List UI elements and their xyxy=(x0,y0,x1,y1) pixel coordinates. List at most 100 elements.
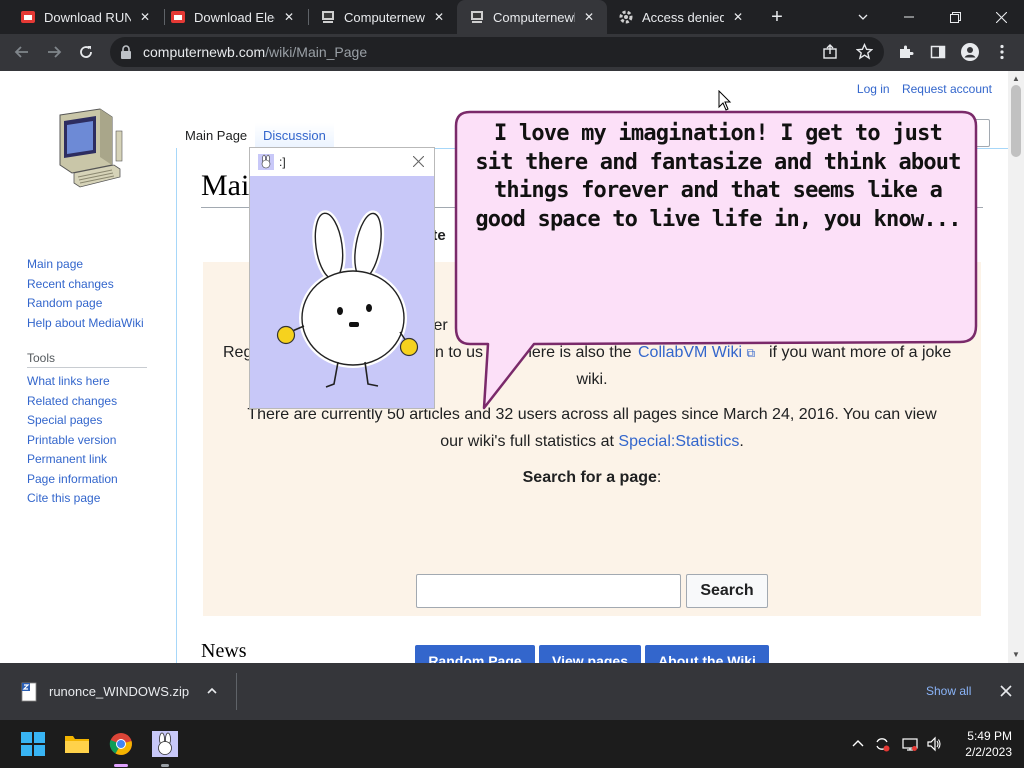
chrome-active-indicator xyxy=(114,764,128,767)
sidebar-item-related-changes[interactable]: Related changes xyxy=(27,392,118,412)
clock-date: 2/2/2023 xyxy=(965,745,1012,759)
star-icon[interactable] xyxy=(855,42,874,65)
tab-search-button[interactable] xyxy=(840,0,886,34)
view-pages-button[interactable]: View pages xyxy=(539,645,641,663)
sidebar-item-help[interactable]: Help about MediaWiki xyxy=(27,314,144,334)
request-account-link[interactable]: Request account xyxy=(902,82,992,96)
sidebar-item-page-information[interactable]: Page information xyxy=(27,470,118,490)
lock-icon[interactable] xyxy=(120,45,134,59)
computer-icon xyxy=(320,9,336,25)
show-all-button[interactable]: Show all xyxy=(926,684,971,698)
sidebar-item-main-page[interactable]: Main page xyxy=(27,255,144,275)
search-button[interactable]: Search xyxy=(686,574,768,608)
new-tab-button[interactable]: + xyxy=(766,6,788,28)
login-link[interactable]: Log in xyxy=(857,82,890,96)
sidebar-item-printable-version[interactable]: Printable version xyxy=(27,431,118,451)
sidebar-item-special-pages[interactable]: Special pages xyxy=(27,411,118,431)
volume-icon[interactable] xyxy=(926,736,942,752)
sidebar-item-permanent-link[interactable]: Permanent link xyxy=(27,450,118,470)
tab-title: Download RUNONCE xyxy=(44,9,131,25)
search-input[interactable] xyxy=(416,574,681,608)
bunny-icon xyxy=(258,154,274,170)
stats-period: . xyxy=(739,433,744,450)
page-title: Mai xyxy=(201,169,250,202)
close-icon[interactable]: ✕ xyxy=(281,9,297,25)
tab-download-runonce[interactable]: Download RUNONCE ✕ xyxy=(8,0,163,34)
red-square-icon xyxy=(20,9,36,25)
close-window-button[interactable] xyxy=(978,0,1024,34)
tab-computernewb-1[interactable]: Computernewb Wiki ✕ xyxy=(308,0,457,34)
extensions-button[interactable] xyxy=(892,38,920,66)
back-button[interactable] xyxy=(8,38,36,66)
file-explorer-button[interactable] xyxy=(61,728,93,760)
search-heading: Search for a page: xyxy=(203,469,981,487)
tab-main-page[interactable]: Main Page xyxy=(177,123,256,149)
windows-taskbar: 5:49 PM 2/2/2023 xyxy=(0,720,1024,768)
minimize-button[interactable] xyxy=(886,0,932,34)
folder-icon xyxy=(65,736,89,753)
random-page-button[interactable]: Random Page xyxy=(415,645,535,663)
close-icon[interactable]: ✕ xyxy=(581,9,597,25)
tab-title: Computernewb Wiki xyxy=(493,9,575,25)
close-icon[interactable]: ✕ xyxy=(431,9,447,25)
scroll-up-icon[interactable]: ▲ xyxy=(1011,74,1021,84)
mouse-cursor-icon xyxy=(718,90,732,111)
reload-button[interactable] xyxy=(72,38,100,66)
bunny-icon xyxy=(152,731,178,757)
side-panel-button[interactable] xyxy=(924,38,952,66)
search-label: Search for a page xyxy=(522,469,657,486)
menu-button[interactable] xyxy=(988,38,1016,66)
tab-title: Access denied xyxy=(642,9,724,25)
gear-icon xyxy=(618,9,634,25)
network-icon[interactable] xyxy=(902,736,918,752)
address-bar[interactable]: computernewb.com/wiki/Main_Page xyxy=(110,37,884,67)
sidebar-item-what-links-here[interactable]: What links here xyxy=(27,372,118,392)
close-icon[interactable] xyxy=(410,153,426,169)
scrollbar-thumb[interactable] xyxy=(1011,85,1021,157)
speech-bubble-text: I love my imagination! I get to just sit… xyxy=(475,121,961,232)
minimize-icon xyxy=(904,16,914,18)
forward-button[interactable] xyxy=(40,38,68,66)
restore-button[interactable] xyxy=(932,0,978,34)
about-wiki-button[interactable]: About the Wiki xyxy=(645,645,769,663)
sync-icon[interactable] xyxy=(874,736,890,752)
sidebar-item-random-page[interactable]: Random page xyxy=(27,294,144,314)
bunny-canvas xyxy=(250,176,434,408)
popup-title: :] xyxy=(279,155,286,169)
profile-button[interactable] xyxy=(956,38,984,66)
close-icon[interactable]: ✕ xyxy=(137,9,153,25)
taskbar-clock[interactable]: 5:49 PM 2/2/2023 xyxy=(950,728,1012,760)
kebab-menu-icon xyxy=(1000,44,1004,60)
search-colon: : xyxy=(656,469,662,486)
url-text: computernewb.com/wiki/Main_Page xyxy=(143,44,367,60)
bunny-app-button[interactable] xyxy=(149,728,181,760)
popup-titlebar[interactable]: :] xyxy=(250,148,434,176)
stats-text: our wiki's full statistics at xyxy=(440,433,614,450)
tools-divider xyxy=(27,367,147,368)
tab-computernewb-2[interactable]: Computernewb Wiki ✕ xyxy=(457,0,607,34)
close-icon[interactable]: ✕ xyxy=(730,9,746,25)
chrome-button[interactable] xyxy=(105,728,137,760)
sidebar-tools: What links here Related changes Special … xyxy=(27,372,118,509)
download-item[interactable]: runonce_WINDOWS.zip xyxy=(0,663,236,720)
avatar-icon xyxy=(961,43,979,61)
tab-download-electron[interactable]: Download Electron ✕ xyxy=(158,0,307,34)
intro-fragment: Reg xyxy=(223,344,253,361)
bunny-app-indicator xyxy=(161,764,169,767)
sidebar-item-recent-changes[interactable]: Recent changes xyxy=(27,275,144,295)
page-scrollbar[interactable]: ▲ ▼ xyxy=(1008,71,1024,663)
chevron-up-icon[interactable] xyxy=(205,684,219,698)
sidebar-item-cite-this-page[interactable]: Cite this page xyxy=(27,489,118,509)
wiki-logo-icon[interactable] xyxy=(50,107,126,193)
tab-access-denied[interactable]: Access denied ✕ xyxy=(606,0,756,34)
tab-discussion[interactable]: Discussion xyxy=(255,123,334,149)
share-icon[interactable] xyxy=(822,44,838,65)
bunny-popup-window[interactable]: :] xyxy=(249,147,435,409)
close-icon[interactable] xyxy=(998,683,1014,699)
special-statistics-link[interactable]: Special:Statistics xyxy=(618,433,739,450)
start-button[interactable] xyxy=(17,728,49,760)
chrome-icon xyxy=(109,733,132,755)
chevron-up-icon[interactable] xyxy=(850,736,866,752)
zip-file-icon xyxy=(21,682,37,701)
scroll-down-icon[interactable]: ▼ xyxy=(1011,650,1021,660)
